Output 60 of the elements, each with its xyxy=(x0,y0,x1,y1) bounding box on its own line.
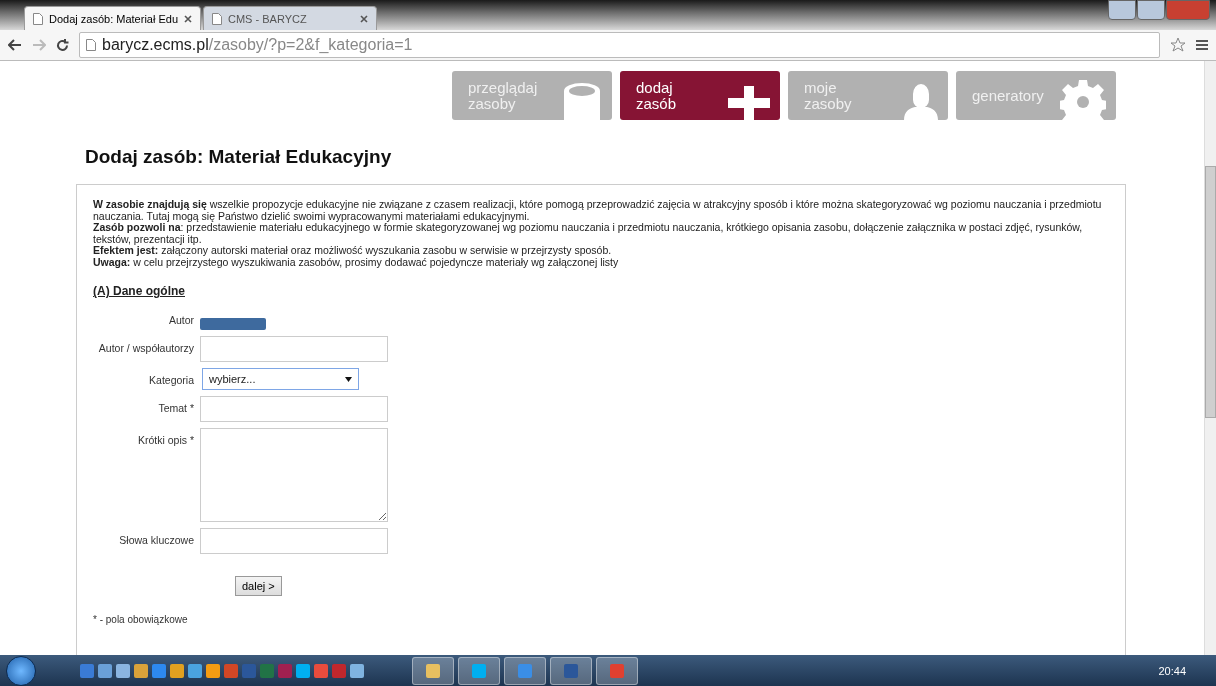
browser-tab[interactable]: CMS - BARYCZ xyxy=(203,6,377,30)
taskbar-button[interactable] xyxy=(458,656,500,685)
taskbar-button[interactable] xyxy=(550,656,592,685)
person-icon xyxy=(904,84,938,120)
taskbar-button[interactable] xyxy=(596,656,638,685)
maximize-button[interactable] xyxy=(1137,0,1165,20)
app-icon[interactable] xyxy=(296,663,310,678)
input-field[interactable] xyxy=(200,396,388,422)
field-label: Kategoria xyxy=(148,373,194,386)
field-label: Autor / współautorzy xyxy=(97,341,194,354)
app-icon[interactable] xyxy=(224,663,238,678)
page-icon xyxy=(86,39,96,51)
address-bar[interactable]: barycz.ecms.pl/zasoby/?p=2&f_kategoria=1 xyxy=(79,32,1160,58)
back-icon[interactable] xyxy=(8,39,22,51)
nav-tab[interactable]: dodaj zasób xyxy=(620,71,780,120)
app-icon[interactable] xyxy=(116,663,130,678)
close-icon[interactable] xyxy=(184,14,192,23)
clock: 20:44 xyxy=(1158,664,1186,677)
redaction-bar xyxy=(200,318,266,330)
start-button[interactable] xyxy=(6,655,36,686)
scrollbar[interactable] xyxy=(1204,61,1216,655)
field-label: Autor xyxy=(167,313,194,326)
page-icon xyxy=(212,12,222,25)
caret-icon xyxy=(345,376,352,382)
app-icon[interactable] xyxy=(188,663,202,678)
app-icon[interactable] xyxy=(314,663,328,678)
app-icon[interactable] xyxy=(206,663,220,678)
app-icon[interactable] xyxy=(350,663,364,678)
intro-paragraph: Uwaga: w celu przejrzystego wyszukiwania zasobów, prosimy dodawać pojedyncze materiały wg załączonej listy xyxy=(93,256,620,268)
field-label: Krótki opis * xyxy=(136,433,194,446)
category-dropdown[interactable]: wybierz... xyxy=(202,368,359,390)
intro-paragraph: W zasobie znajdują się wszelkie propozycje edukacyjne nie związane z czasem realizacji, które pomogą przeprowadzić zajęcia w atrakcyjny sposób i które można skategoryzować wg poziomu nauczania i przedmiotu nauczania. Tutaj mogą się Państwo dzielić swoimi wypracowanymi materiałami edukacyjnymi. xyxy=(93,199,1103,222)
menu-icon[interactable] xyxy=(1196,40,1208,50)
app-icon[interactable] xyxy=(152,663,166,678)
field-label: Słowa kluczowe xyxy=(118,533,194,546)
next-button[interactable]: dalej > xyxy=(235,576,282,596)
forward-icon[interactable] xyxy=(32,39,46,51)
app-icon[interactable] xyxy=(170,663,184,678)
field-label: Temat * xyxy=(157,401,194,414)
gear-icon xyxy=(1060,80,1106,120)
star-icon[interactable] xyxy=(1170,37,1186,53)
app-icon[interactable] xyxy=(134,663,148,678)
page-icon xyxy=(33,12,43,25)
input-field[interactable] xyxy=(200,528,388,554)
browser-tab[interactable]: Dodaj zasób: Materiał Edu xyxy=(24,6,201,30)
required-note: * - pola obowiązkowe xyxy=(93,614,189,625)
intro-paragraph: Efektem jest: załączony autorski materiał oraz możliwość wyszukania zasobu w serwisie w przejrzysty sposób. xyxy=(93,245,613,257)
taskbar-button[interactable] xyxy=(504,656,546,685)
app-icon[interactable] xyxy=(98,663,112,678)
close-icon[interactable] xyxy=(360,14,368,23)
database-icon xyxy=(562,82,602,120)
minimize-button[interactable] xyxy=(1108,0,1136,20)
reload-icon[interactable] xyxy=(56,38,69,52)
app-icon[interactable] xyxy=(80,663,94,678)
taskbar-button[interactable] xyxy=(412,656,454,685)
plus-icon xyxy=(728,86,770,120)
section-heading: (A) Dane ogólne xyxy=(93,284,186,298)
input-field[interactable] xyxy=(200,336,388,362)
page-title: Dodaj zasób: Materiał Edukacyjny xyxy=(85,146,393,168)
intro-paragraph: Zasób pozwoli na: przedstawienie materiału edukacyjnego w formie skategoryzowanej wg poziomu nauczania i przedmiotu nauczania, krótkiego opisania zasobu, dołączenie załącznika w postaci zdjęć, rysunków, tekstów, prezentacji itp. xyxy=(93,222,1084,245)
